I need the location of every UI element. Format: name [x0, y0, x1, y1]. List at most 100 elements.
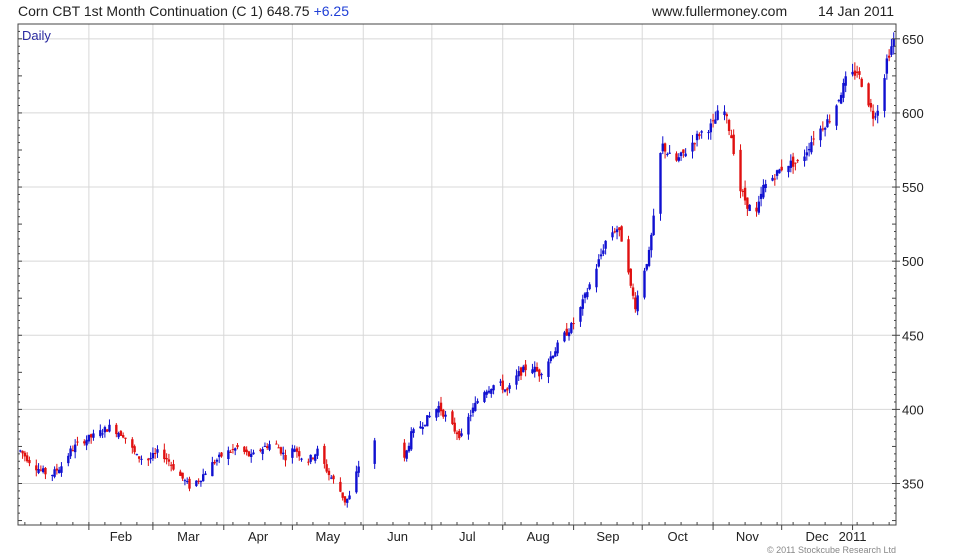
price-bar-body: [266, 446, 269, 448]
price-bar-body: [709, 123, 712, 133]
price-bar-body: [467, 416, 470, 435]
price-bar-body: [711, 120, 715, 122]
price-bar-body: [501, 380, 504, 390]
price-bar-body: [51, 475, 54, 477]
price-bar-body: [435, 409, 438, 418]
price-bar-body: [883, 78, 886, 111]
price-bar-body: [492, 385, 495, 391]
price-bar-body: [517, 371, 520, 377]
price-bar-body: [871, 110, 875, 119]
price-bar-body: [131, 439, 134, 448]
price-bar-body: [442, 409, 445, 417]
price-bar-body: [149, 458, 152, 460]
price-bar-body: [339, 481, 342, 492]
price-bar-body: [538, 369, 541, 377]
price-bar-body: [652, 215, 655, 236]
price-bar-body: [343, 496, 347, 503]
price-bar-body: [597, 259, 600, 267]
price-bar-body: [282, 452, 285, 455]
x-tick-label: Dec: [806, 529, 830, 544]
price-bar-body: [419, 426, 422, 429]
price-bar-body: [423, 424, 427, 426]
price-bar-body: [341, 492, 344, 498]
price-bar-body: [890, 46, 893, 55]
price-bar-body: [169, 464, 173, 466]
price-bar-body: [787, 165, 790, 173]
y-tick-label: 450: [902, 328, 924, 343]
price-bar-body: [826, 119, 829, 128]
price-bar-body: [714, 119, 717, 124]
price-bar-body: [759, 193, 763, 199]
price-bar-body: [604, 240, 607, 249]
price-bar-body: [746, 197, 749, 209]
price-bar-body: [725, 114, 729, 117]
price-bar-body: [293, 449, 296, 452]
price-bar-body: [28, 460, 31, 464]
price-bar-body: [691, 142, 694, 152]
price-bar-body: [39, 469, 43, 471]
x-tick-label: Mar: [177, 529, 200, 544]
price-bar-body: [812, 138, 815, 140]
price-bar-body: [53, 469, 56, 477]
price-bar-body: [437, 405, 440, 413]
chart-axes: 350 400 450 500 550 600 650 Feb Mar Apr May Jun Jul A…: [18, 30, 924, 544]
price-bar-body: [645, 264, 648, 270]
price-bar-body: [21, 450, 24, 454]
price-bar-body: [259, 449, 262, 451]
price-bar-body: [85, 439, 88, 446]
price-bar-body: [234, 448, 237, 451]
price-bar-body: [151, 452, 155, 459]
price-bar-body: [105, 429, 109, 432]
price-bar-body: [250, 453, 253, 457]
price-bar-body: [471, 407, 475, 413]
price-bar-body: [220, 452, 223, 457]
price-bar-body: [659, 152, 662, 214]
price-bar-body: [563, 332, 566, 342]
y-tick-label: 650: [902, 32, 924, 47]
price-bar-body: [153, 452, 157, 454]
price-bar-body: [279, 447, 283, 454]
price-bar-body: [485, 391, 488, 395]
price-bar-body: [167, 459, 171, 462]
price-bar-body: [323, 445, 326, 464]
price-bar-body: [252, 452, 255, 455]
price-bar-body: [739, 149, 742, 192]
price-bar-body: [140, 458, 143, 460]
price-bar-body: [533, 366, 536, 373]
x-tick-label: Apr: [248, 529, 269, 544]
price-bar-body: [92, 433, 95, 438]
price-bar-body: [218, 454, 221, 458]
price-bar-body: [666, 153, 669, 155]
price-bar-body: [675, 153, 678, 161]
price-bar-body: [647, 249, 651, 266]
copyright-notice: © 2011 Stockcube Research Ltd: [766, 545, 896, 555]
price-bar-body: [643, 270, 646, 298]
price-bar-body: [748, 204, 751, 211]
price-bar-body: [869, 103, 873, 108]
price-bar-body: [188, 478, 191, 489]
price-bar-body: [309, 454, 312, 462]
price-bar-body: [25, 455, 29, 462]
price-bar-body: [567, 332, 571, 337]
y-tick-label: 550: [902, 180, 924, 195]
price-bar-body: [268, 444, 271, 450]
x-tick-label: Oct: [668, 529, 689, 544]
price-bar-body: [506, 388, 509, 391]
x-tick-label: May: [316, 529, 341, 544]
price-bar-body: [455, 432, 459, 435]
price-bar-body: [855, 71, 859, 74]
price-bar-body: [330, 477, 333, 479]
price-bar-body: [515, 375, 518, 385]
price-bar-body: [844, 76, 847, 86]
price-bar-body: [202, 474, 205, 482]
price-bar-body: [874, 116, 877, 118]
price-bar-body: [805, 152, 809, 156]
price-bar-body: [298, 451, 301, 457]
price-bar-body: [858, 71, 861, 75]
price-bar-body: [261, 448, 264, 454]
price-bar-body: [778, 169, 781, 174]
price-bar-body: [828, 121, 831, 123]
price-bar-body: [87, 434, 91, 442]
price-bar-body: [426, 415, 429, 427]
price-bar-body: [181, 472, 184, 479]
